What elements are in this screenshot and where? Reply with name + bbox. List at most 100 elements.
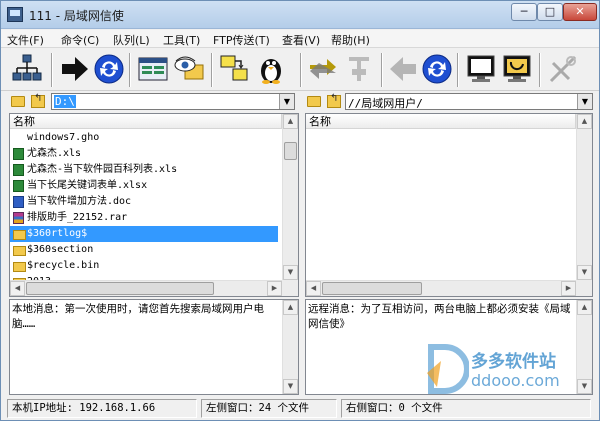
remote-message-scrollbar[interactable]: ▲ ▼	[576, 300, 592, 394]
remote-desktop-icon[interactable]	[501, 53, 533, 85]
remote-message-box[interactable]: 远程消息：为了互相访问，两台电脑上都必须安装《局域网信使》 ▲ ▼	[305, 299, 593, 395]
menu-bar: 文件(F) 命令(C) 队列(L) 工具(T) FTP传送(T) 查看(V) 帮…	[1, 30, 599, 48]
toolbar	[1, 49, 599, 91]
left-file-pane[interactable]: 名称 windows7.gho 尤森杰.xls 尤森杰-当下软件园百科列表.xls 当…	[9, 113, 299, 297]
status-right-window: 右侧窗口：0 个文件	[341, 399, 591, 418]
copy-screens-icon[interactable]	[219, 53, 251, 85]
disconnect-icon[interactable]	[547, 53, 579, 85]
file-name: $360rtlog$	[27, 228, 88, 239]
status-ip: 本机IP地址: 192.168.1.66	[7, 399, 197, 418]
title-bar[interactable]: 111 - 局域网信使 ─ □ ✕	[1, 1, 599, 29]
status-bar: 本机IP地址: 192.168.1.66 左侧窗口：24 个文件 右侧窗口：0 …	[1, 397, 599, 420]
local-message-box[interactable]: 本地消息：第一次使用时，请您首先搜索局域网用户电脑…… ▲ ▼	[9, 299, 299, 395]
folder-up-icon[interactable]	[31, 93, 45, 108]
file-row[interactable]: windows7.gho	[10, 130, 278, 146]
file-name: windows7.gho	[27, 132, 100, 143]
refresh-icon[interactable]	[93, 53, 125, 85]
file-name: 当下软件增加方法.doc	[27, 196, 132, 207]
scroll-thumb[interactable]	[284, 142, 297, 160]
file-row[interactable]: $360section	[10, 242, 278, 258]
right-path-row: //局域网用户/ ▼	[305, 93, 593, 111]
scroll-thumb[interactable]	[322, 282, 422, 295]
connect-icon[interactable]	[343, 53, 375, 85]
local-message-text: 本地消息：第一次使用时，请您首先搜索局域网用户电脑……	[12, 303, 264, 330]
scroll-corner	[282, 280, 298, 296]
right-path-combo[interactable]: //局域网用户/ ▼	[345, 93, 593, 110]
toolbar-separator	[129, 53, 131, 87]
name-column-header[interactable]: 名称	[306, 114, 576, 129]
file-name: 尤森杰.xls	[27, 148, 82, 159]
folder-icon[interactable]	[11, 96, 25, 107]
right-path-text: //局域网用户/	[348, 97, 423, 110]
scroll-down-icon[interactable]: ▼	[577, 265, 592, 280]
scroll-up-icon[interactable]: ▲	[577, 114, 592, 129]
toolbar-separator	[381, 53, 383, 87]
scroll-up-icon[interactable]: ▲	[577, 300, 592, 315]
file-row[interactable]: $recycle.bin	[10, 258, 278, 274]
app-window: 111 - 局域网信使 ─ □ ✕ 文件(F) 命令(C) 队列(L) 工具(T…	[0, 0, 600, 421]
file-row[interactable]: 当下软件增加方法.doc	[10, 194, 278, 210]
file-name: 当下长尾关键词表单.xlsx	[27, 180, 148, 191]
scroll-down-icon[interactable]: ▼	[283, 265, 298, 280]
file-name: 排版助手_22152.rar	[27, 212, 128, 223]
menu-queue[interactable]: 队列(L)	[113, 32, 150, 48]
scroll-right-icon[interactable]: ▶	[561, 281, 576, 296]
local-message-scrollbar[interactable]: ▲ ▼	[282, 300, 298, 394]
menu-ftp[interactable]: FTP传送(T)	[213, 32, 270, 48]
file-row[interactable]: 排版助手_22152.rar	[10, 210, 278, 226]
left-path-combo[interactable]: D:\ ▼	[51, 93, 295, 110]
folder-icon[interactable]	[307, 96, 321, 107]
left-path-text: D:\	[54, 95, 76, 108]
file-name: $360section	[27, 244, 94, 255]
menu-view[interactable]: 查看(V)	[282, 32, 320, 48]
scroll-up-icon[interactable]: ▲	[283, 114, 298, 129]
status-left-window: 左侧窗口：24 个文件	[201, 399, 337, 418]
file-name: 尤森杰-当下软件园百科列表.xls	[27, 164, 178, 175]
menu-help[interactable]: 帮助(H)	[331, 32, 370, 48]
arrow-right-icon[interactable]	[59, 53, 91, 85]
scroll-up-icon[interactable]: ▲	[283, 300, 298, 315]
menu-command[interactable]: 命令(C)	[61, 32, 99, 48]
name-column-header[interactable]: 名称	[10, 114, 282, 129]
scroll-down-icon[interactable]: ▼	[283, 379, 298, 394]
scroll-left-icon[interactable]: ◀	[10, 281, 25, 296]
folder-icon	[13, 262, 26, 272]
window-title: 111 - 局域网信使	[29, 9, 124, 23]
transfer-icon[interactable]	[307, 53, 339, 85]
scroll-thumb[interactable]	[26, 282, 214, 295]
chevron-down-icon[interactable]: ▼	[577, 94, 592, 109]
file-row[interactable]: 尤森杰-当下软件园百科列表.xls	[10, 162, 278, 178]
file-row[interactable]: 当下长尾关键词表单.xlsx	[10, 178, 278, 194]
panel-icon[interactable]	[137, 53, 169, 85]
xls-file-icon	[13, 148, 24, 160]
right-horizontal-scrollbar[interactable]: ◀ ▶	[306, 280, 576, 296]
file-row[interactable]: 尤森杰.xls	[10, 146, 278, 162]
folder-icon	[13, 230, 26, 240]
menu-tools[interactable]: 工具(T)	[163, 32, 200, 48]
file-row[interactable]: $360rtlog$	[10, 226, 278, 242]
toolbar-separator	[539, 53, 541, 87]
right-vertical-scrollbar[interactable]: ▲ ▼	[576, 114, 592, 280]
doc-file-icon	[13, 196, 24, 208]
xls-file-icon	[13, 164, 24, 176]
folder-up-icon[interactable]	[327, 93, 341, 108]
monitor-icon[interactable]	[465, 53, 497, 85]
folder-icon	[13, 246, 26, 256]
menu-file[interactable]: 文件(F)	[7, 32, 44, 48]
maximize-button[interactable]: □	[537, 3, 563, 21]
refresh-icon[interactable]	[421, 53, 453, 85]
scroll-left-icon[interactable]: ◀	[306, 281, 321, 296]
network-icon[interactable]	[11, 53, 43, 85]
right-file-pane[interactable]: 名称 ▲ ▼ ◀ ▶	[305, 113, 593, 297]
left-vertical-scrollbar[interactable]: ▲ ▼	[282, 114, 298, 280]
scroll-right-icon[interactable]: ▶	[267, 281, 282, 296]
penguin-icon[interactable]	[255, 53, 287, 85]
arrow-left-icon[interactable]	[387, 53, 419, 85]
eye-folder-icon[interactable]	[173, 53, 205, 85]
chevron-down-icon[interactable]: ▼	[279, 94, 294, 109]
close-button[interactable]: ✕	[563, 3, 597, 21]
toolbar-separator	[457, 53, 459, 87]
scroll-down-icon[interactable]: ▼	[577, 379, 592, 394]
minimize-button[interactable]: ─	[511, 3, 537, 21]
left-horizontal-scrollbar[interactable]: ◀ ▶	[10, 280, 282, 296]
